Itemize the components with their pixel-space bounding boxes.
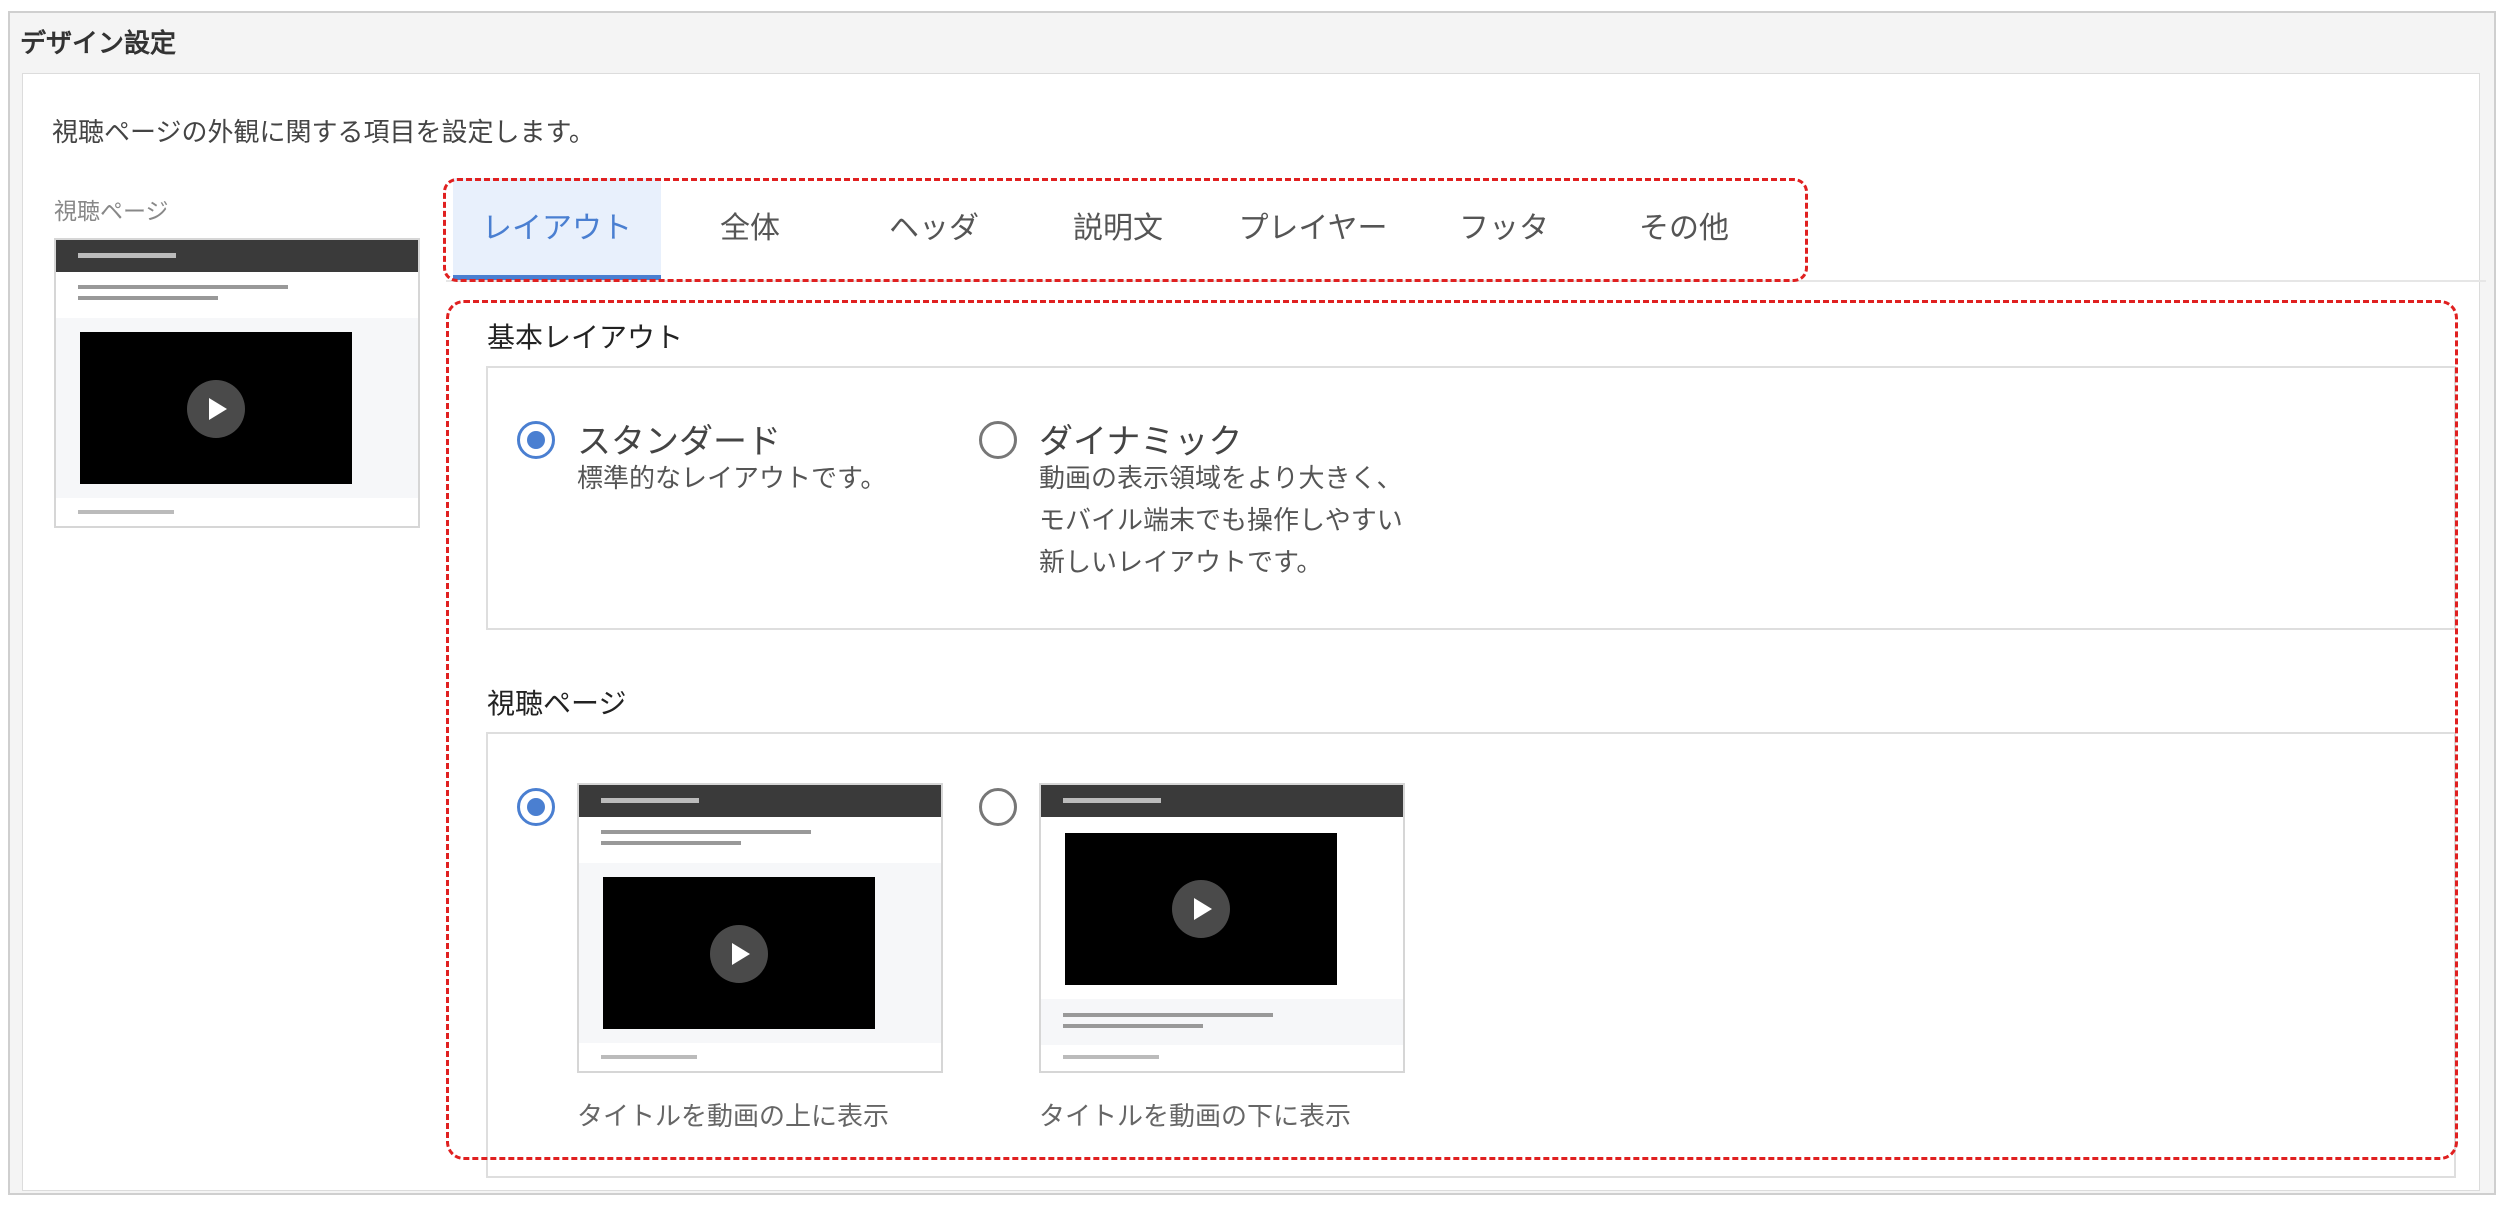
play-icon: [710, 925, 768, 983]
tab-other[interactable]: その他: [1589, 178, 1779, 280]
dynamic-layout-label[interactable]: ダイナミック: [1039, 414, 1242, 463]
title-below-caption: タイトルを動画の下に表示: [1039, 1102, 1352, 1132]
tab-header[interactable]: ヘッダ: [839, 178, 1029, 280]
basic-layout-title: 基本レイアウト: [487, 321, 684, 354]
title-below-preview[interactable]: [1039, 783, 1405, 1073]
settings-description: 視聴ページの外観に関する項目を設定します。: [52, 118, 595, 148]
tab-general[interactable]: 全体: [661, 178, 839, 280]
preview-label: 視聴ページ: [54, 199, 169, 225]
title-above-radio[interactable]: [517, 788, 555, 826]
page-preview-thumbnail: [54, 238, 420, 528]
viewing-page-title: 視聴ページ: [487, 687, 627, 720]
dynamic-layout-radio[interactable]: [979, 421, 1017, 459]
dynamic-layout-description: 動画の表示領域をより大きく、 モバイル端末でも操作しやすい 新しいレイアウトです…: [1039, 464, 1403, 578]
title-above-caption: タイトルを動画の上に表示: [577, 1102, 890, 1132]
standard-layout-radio[interactable]: [517, 421, 555, 459]
tab-footer[interactable]: フッタ: [1419, 178, 1589, 280]
tab-bar: レイアウト 全体 ヘッダ 説明文 プレイヤー フッタ その他: [445, 178, 2485, 282]
play-icon: [1172, 880, 1230, 938]
tab-player[interactable]: プレイヤー: [1207, 178, 1419, 280]
tab-description[interactable]: 説明文: [1029, 178, 1207, 280]
standard-layout-description: 標準的なレイアウトです。: [577, 464, 887, 494]
title-below-radio[interactable]: [979, 788, 1017, 826]
play-icon: [187, 380, 245, 438]
title-above-preview[interactable]: [577, 783, 943, 1073]
tab-layout[interactable]: レイアウト: [453, 178, 661, 280]
standard-layout-label[interactable]: スタンダード: [577, 414, 781, 463]
panel-title: デザイン設定: [20, 29, 177, 59]
